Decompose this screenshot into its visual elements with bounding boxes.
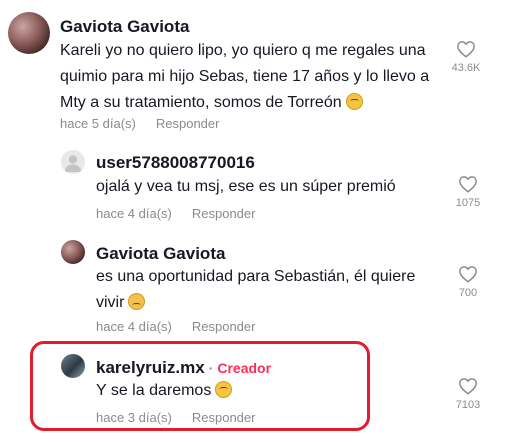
comment-username[interactable]: Gaviota Gaviota	[96, 244, 225, 264]
like-count: 1075	[455, 197, 481, 209]
heart-icon	[459, 176, 477, 193]
comment-body-line2: vivir	[96, 290, 446, 316]
comment-body-line2-text: vivir	[96, 294, 125, 311]
comment-body-line1: es una oportunidad para Sebastián, él qu…	[96, 268, 416, 285]
comment-body: ojalá y vea tu msj, ese es un súper prem…	[96, 178, 396, 195]
smiling-face-with-hearts-icon	[345, 93, 363, 110]
like-button[interactable]: 7103	[443, 377, 493, 411]
like-count: 43.6K	[451, 62, 481, 74]
comments-panel: Gaviota Gaviota Kareli yo no quiero lipo…	[0, 0, 512, 442]
like-button[interactable]: 1075	[443, 175, 493, 209]
default-avatar-icon	[64, 155, 82, 172]
reply-button[interactable]: Responder	[192, 206, 256, 221]
comment-text: es una oportunidad para Sebastián, él qu…	[96, 264, 446, 316]
reply-button[interactable]: Responder	[192, 319, 256, 334]
comment-time: hace 4 día(s)	[96, 206, 172, 221]
comment-time: hace 4 día(s)	[96, 319, 172, 334]
heart-icon	[457, 41, 475, 58]
reply-button[interactable]: Responder	[156, 116, 220, 131]
avatar[interactable]	[61, 240, 85, 264]
highlight-box	[30, 341, 370, 431]
like-count: 700	[458, 287, 478, 299]
comment-username[interactable]: Gaviota Gaviota	[60, 17, 189, 37]
comment-text: ojalá y vea tu msj, ese es un súper prem…	[96, 174, 436, 200]
comment-meta: hace 4 día(s) Responder	[96, 319, 255, 334]
comment-meta: hace 4 día(s) Responder	[96, 206, 255, 221]
comment-text: Kareli yo no quiero lipo, yo quiero q me…	[60, 38, 430, 116]
avatar[interactable]	[8, 12, 50, 54]
heart-icon	[459, 378, 477, 395]
comment-meta: hace 5 día(s) Responder	[60, 116, 219, 131]
comment-time: hace 5 día(s)	[60, 116, 136, 131]
heart-icon	[459, 266, 477, 283]
avatar[interactable]	[61, 150, 85, 174]
like-button[interactable]: 43.6K	[441, 40, 491, 74]
comment-body: Kareli yo no quiero lipo, yo quiero q me…	[60, 42, 430, 111]
like-button[interactable]: 700	[443, 265, 493, 299]
comment-username[interactable]: user5788008770016	[96, 153, 255, 173]
worried-face-icon	[128, 293, 146, 310]
like-count: 7103	[455, 399, 481, 411]
